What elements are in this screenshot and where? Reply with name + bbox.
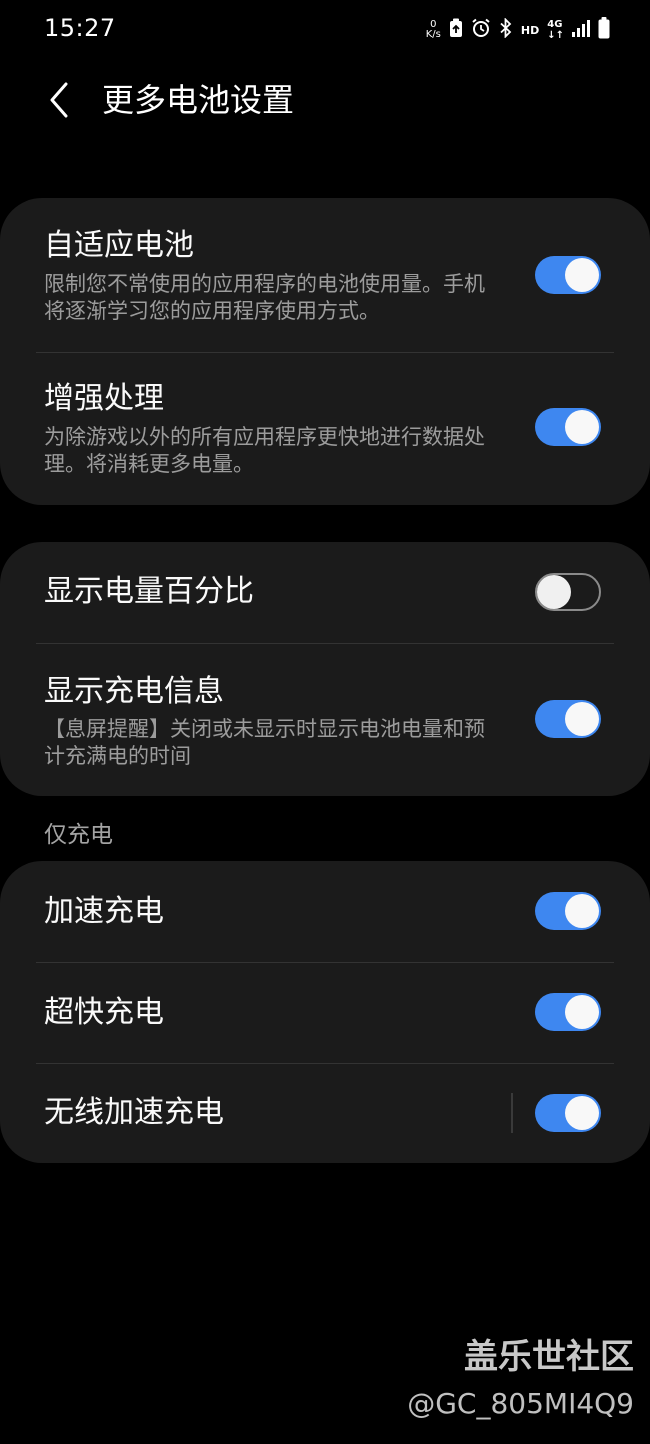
battery-saver-icon — [449, 18, 463, 42]
screen: 15:27 0 K/s HD 4G ↓↑ 更多电池设置 自适应电池 限制您不常使… — [0, 0, 650, 1444]
adaptive-battery-description: 限制您不常使用的应用程序的电池使用量。手机将逐渐学习您的应用程序使用方式。 — [44, 272, 485, 323]
toggle-knob — [565, 258, 599, 292]
app-bar: 更多电池设置 — [0, 70, 650, 130]
battery-display-card: 显示电量百分比 显示充电信息 【息屏提醒】关闭或未显示时显示电池电量和预计充满电… — [0, 542, 650, 796]
alarm-icon — [471, 18, 491, 42]
toggle-knob — [565, 894, 599, 928]
enhanced-processing-toggle[interactable] — [535, 408, 601, 446]
bluetooth-icon — [499, 17, 513, 42]
back-button[interactable] — [38, 78, 78, 122]
super-fast-charging-title: 超快充电 — [44, 995, 164, 1030]
charging-info-toggle[interactable] — [535, 700, 601, 738]
toggle-knob — [565, 410, 599, 444]
data-activity-arrows: ↓↑ — [547, 30, 564, 41]
adaptive-battery-toggle[interactable] — [535, 256, 601, 294]
network-speed: 0 K/s — [426, 20, 441, 40]
wireless-fast-charging-row[interactable]: 无线加速充电 — [0, 1064, 650, 1163]
toggle-knob — [565, 702, 599, 736]
show-percentage-row[interactable]: 显示电量百分比 — [0, 542, 650, 643]
network-type-label: 4G — [547, 19, 563, 30]
charging-info-title: 显示充电信息 — [44, 674, 224, 709]
adaptive-battery-row[interactable]: 自适应电池 限制您不常使用的应用程序的电池使用量。手机将逐渐学习您的应用程序使用… — [0, 198, 650, 352]
charging-card: 加速充电 超快充电 无线加速充电 — [0, 861, 650, 1163]
network-speed-unit: K/s — [425, 29, 441, 40]
enhanced-processing-title: 增强处理 — [44, 381, 164, 416]
status-time: 15:27 — [44, 14, 116, 42]
toggle-knob — [537, 575, 571, 609]
show-percentage-title: 显示电量百分比 — [44, 574, 254, 609]
show-percentage-toggle[interactable] — [535, 573, 601, 611]
fast-charging-title: 加速充电 — [44, 894, 164, 929]
page-title: 更多电池设置 — [102, 81, 295, 119]
fast-charging-toggle[interactable] — [535, 892, 601, 930]
mobile-data-indicator: 4G ↓↑ — [547, 19, 564, 41]
watermark-brand: 盖乐世社区 — [464, 1337, 634, 1377]
watermark: 盖乐世社区 @GC_805MI4Q9 — [407, 1334, 634, 1424]
fast-charging-row[interactable]: 加速充电 — [0, 861, 650, 962]
charging-info-row[interactable]: 显示充电信息 【息屏提醒】关闭或未显示时显示电池电量和预计充满电的时间 — [0, 644, 650, 796]
enhanced-processing-row[interactable]: 增强处理 为除游戏以外的所有应用程序更快地进行数据处理。将消耗更多电量。 — [0, 353, 650, 505]
wireless-fast-charging-title: 无线加速充电 — [44, 1095, 224, 1130]
enhanced-processing-description: 为除游戏以外的所有应用程序更快地进行数据处理。将消耗更多电量。 — [44, 425, 485, 476]
wireless-fast-charging-toggle[interactable] — [535, 1094, 601, 1132]
section-header-charging-only: 仅充电 — [44, 822, 113, 848]
battery-optimization-card: 自适应电池 限制您不常使用的应用程序的电池使用量。手机将逐渐学习您的应用程序使用… — [0, 198, 650, 505]
super-fast-charging-row[interactable]: 超快充电 — [0, 963, 650, 1063]
status-bar: 15:27 0 K/s HD 4G ↓↑ — [0, 0, 650, 60]
status-icons: 0 K/s HD 4G ↓↑ — [426, 15, 610, 45]
adaptive-battery-title: 自适应电池 — [44, 228, 194, 263]
super-fast-charging-toggle[interactable] — [535, 993, 601, 1031]
vertical-separator — [511, 1093, 513, 1133]
chevron-left-icon — [50, 82, 68, 118]
toggle-knob — [565, 995, 599, 1029]
battery-icon — [598, 17, 610, 43]
toggle-knob — [565, 1096, 599, 1130]
watermark-user: @GC_805MI4Q9 — [407, 1387, 634, 1420]
signal-strength-icon — [572, 19, 590, 41]
charging-info-description: 【息屏提醒】关闭或未显示时显示电池电量和预计充满电的时间 — [44, 717, 485, 768]
hd-voice-label: HD — [520, 23, 540, 37]
